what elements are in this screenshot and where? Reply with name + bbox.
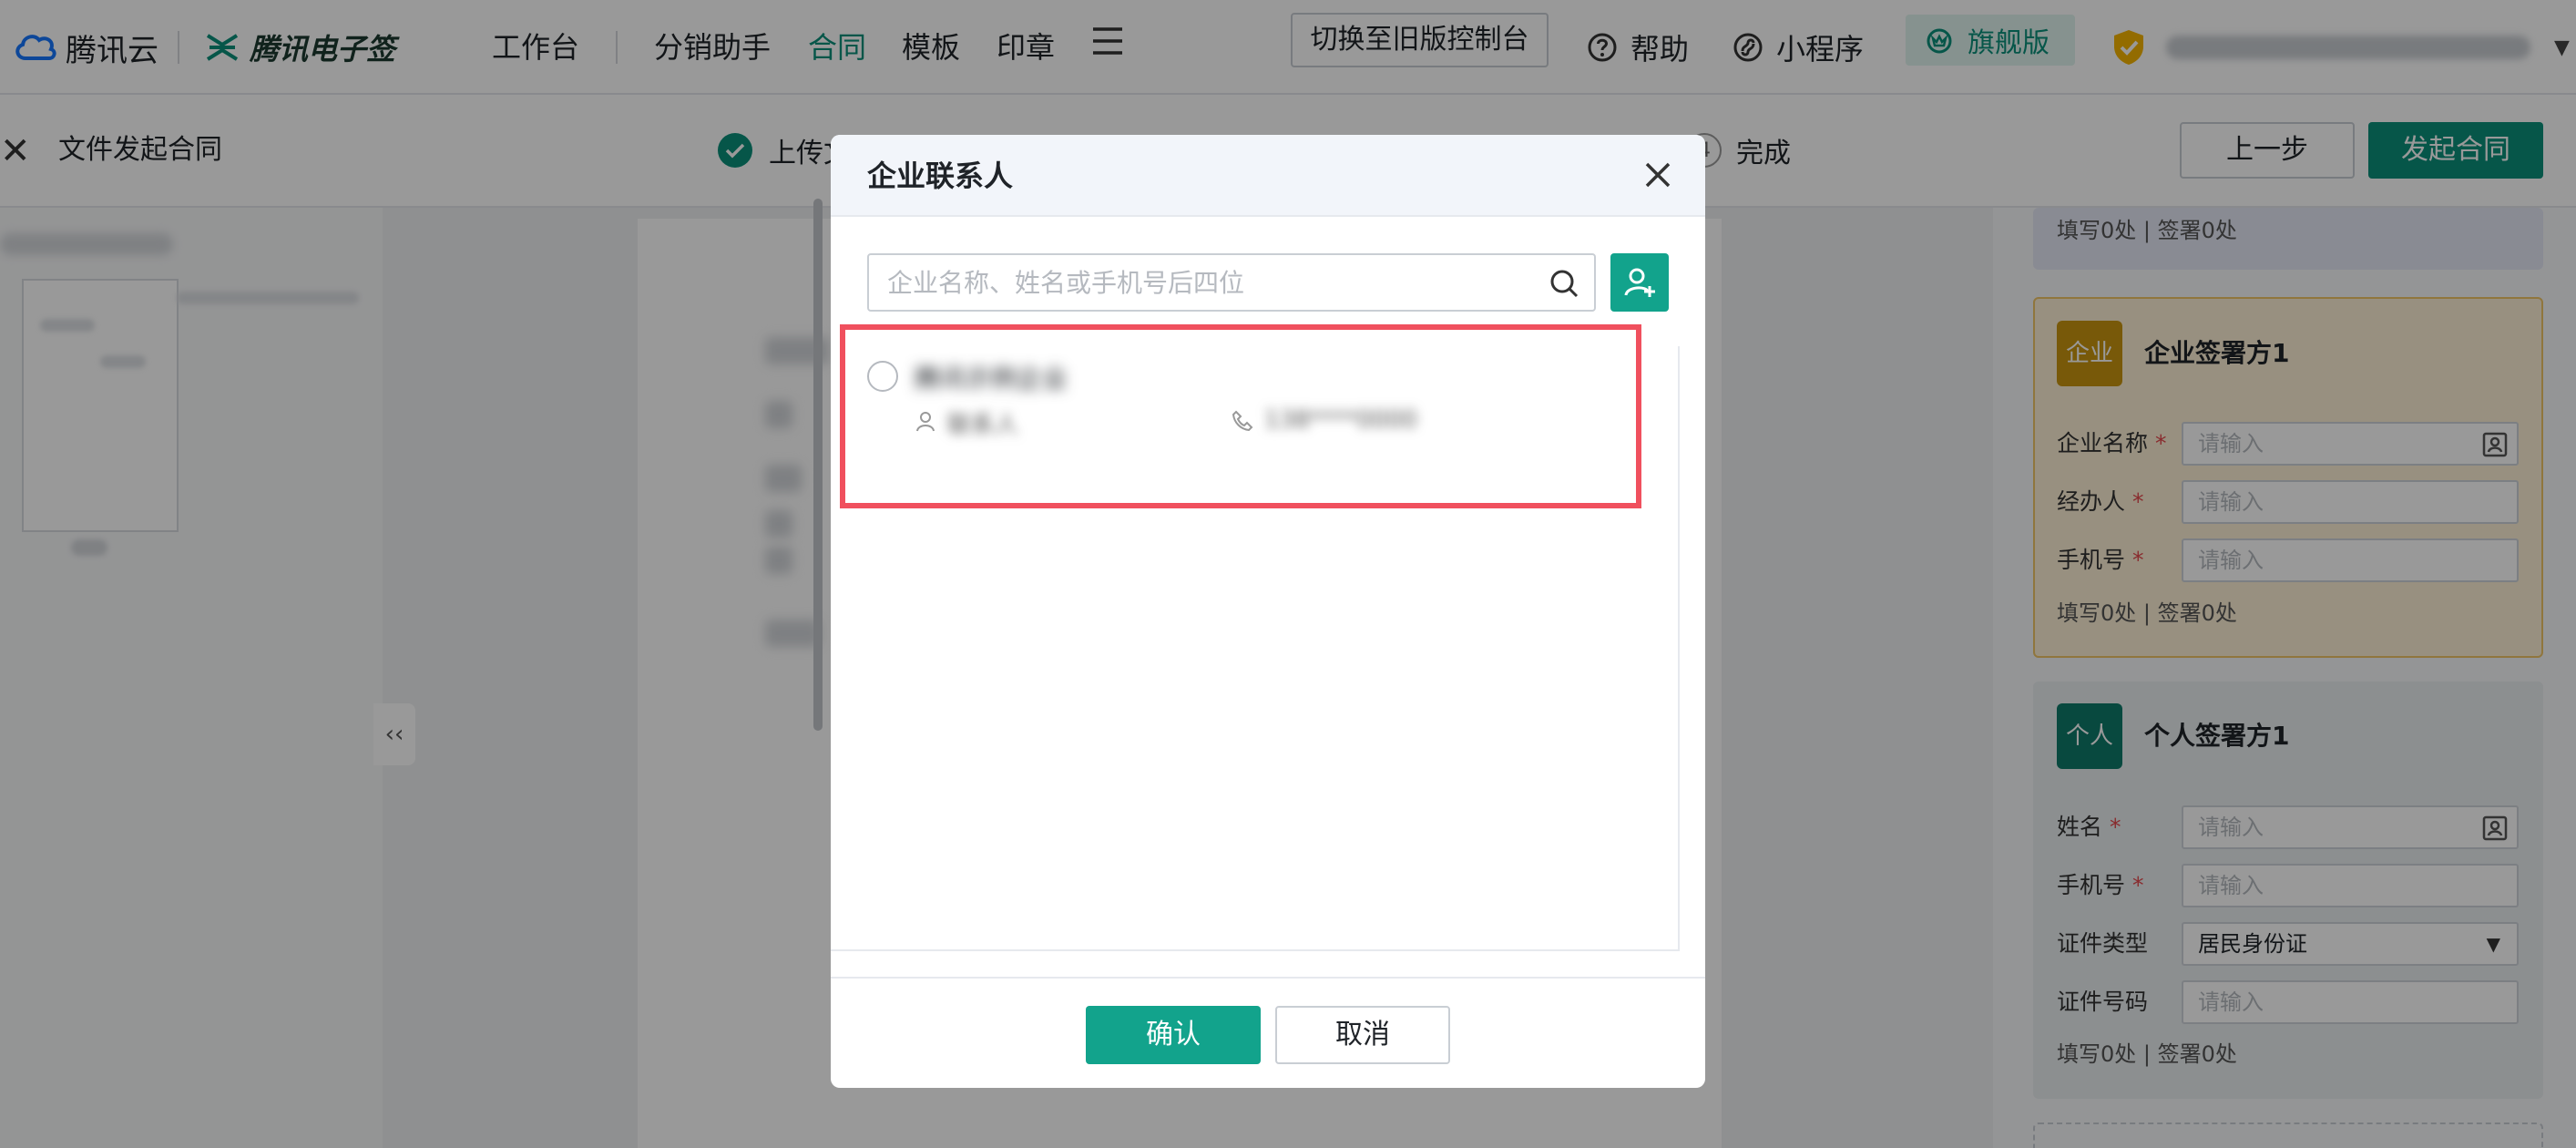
contact-phone: 138****0000 [1264, 406, 1417, 434]
contact-radio[interactable] [867, 361, 898, 392]
contact-person-name: 联系人 [947, 412, 1019, 436]
dialog-footer-divider [831, 977, 1705, 979]
confirm-button[interactable]: 确认 [1086, 1006, 1261, 1064]
contact-company-name: 腾讯示例企业 [915, 364, 1068, 390]
person-icon [915, 410, 936, 432]
contact-search-input[interactable] [887, 262, 1525, 302]
dialog-title: 企业联系人 [867, 159, 1014, 193]
dialog-header: 企业联系人 [831, 135, 1705, 217]
cancel-button[interactable]: 取消 [1275, 1006, 1450, 1064]
enterprise-contact-dialog: 企业联系人 腾讯示例企业 联系人 138****0000 确认 取消 [831, 135, 1705, 1088]
add-user-icon [1624, 268, 1655, 297]
phone-icon [1232, 410, 1253, 432]
contact-search-box [867, 253, 1596, 312]
add-contact-button[interactable] [1610, 253, 1669, 312]
close-icon[interactable] [1640, 157, 1676, 193]
search-icon[interactable] [1549, 268, 1579, 299]
